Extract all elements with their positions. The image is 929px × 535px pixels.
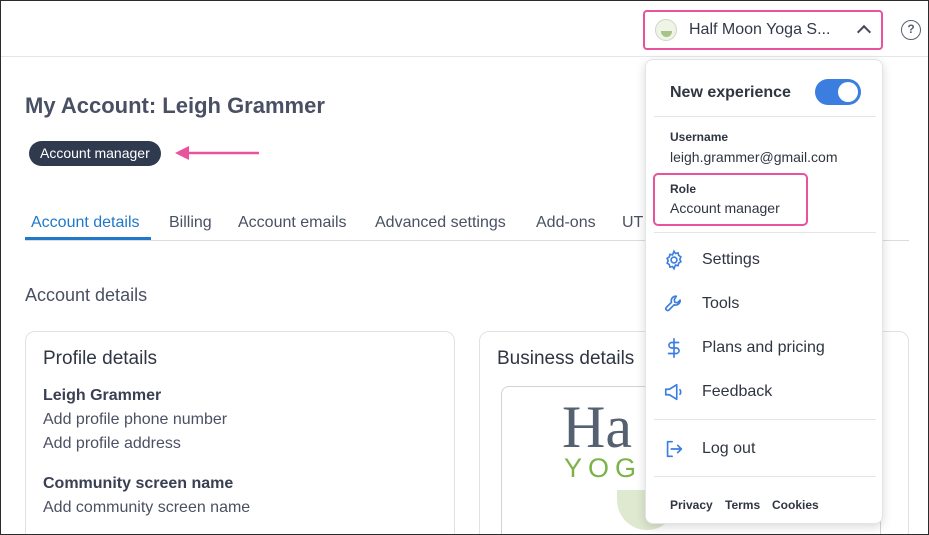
username-label: Username	[670, 130, 729, 144]
menu-item-feedback[interactable]: Feedback	[662, 375, 868, 409]
username-value: leigh.grammer@gmail.com	[670, 149, 838, 165]
tab-account-emails[interactable]: Account emails	[238, 214, 347, 232]
menu-item-settings[interactable]: Settings	[662, 243, 868, 277]
profile-details-card: Profile details Leigh Grammer Add profil…	[25, 331, 455, 534]
logout-label: Log out	[702, 440, 756, 457]
privacy-link[interactable]: Privacy	[670, 498, 713, 512]
account-switcher-button[interactable]: Half Moon Yoga S...	[643, 10, 883, 50]
app-window: Half Moon Yoga S... ? My Account: Leigh …	[0, 0, 929, 535]
account-logo-icon	[655, 19, 677, 41]
chevron-up-icon	[856, 24, 872, 40]
divider	[654, 116, 876, 117]
active-tab-indicator	[25, 237, 151, 240]
add-screen-name-link[interactable]: Add community screen name	[43, 499, 250, 517]
tab-ut[interactable]: UT	[622, 214, 643, 232]
divider	[654, 419, 876, 420]
logo-text-top: Ha	[562, 394, 632, 460]
annotation-arrow	[175, 146, 259, 160]
tab-advanced-settings[interactable]: Advanced settings	[375, 214, 506, 232]
add-phone-link[interactable]: Add profile phone number	[43, 411, 227, 429]
profile-card-title: Profile details	[43, 348, 158, 369]
role-value: Account manager	[670, 200, 780, 216]
help-icon[interactable]: ?	[901, 20, 921, 40]
account-dropdown-menu: New experience Username leigh.grammer@gm…	[645, 59, 883, 524]
cookies-link[interactable]: Cookies	[772, 498, 819, 512]
toggle-knob	[838, 82, 858, 102]
menu-label-settings: Settings	[702, 251, 760, 268]
menu-item-plans-pricing[interactable]: Plans and pricing	[662, 331, 868, 365]
tab-billing[interactable]: Billing	[169, 214, 212, 232]
role-label: Role	[670, 182, 697, 196]
menu-label-tools: Tools	[702, 295, 740, 312]
menu-label-plans: Plans and pricing	[702, 339, 825, 356]
logout-icon	[662, 437, 686, 461]
account-name: Half Moon Yoga S...	[689, 21, 831, 38]
new-experience-toggle[interactable]	[815, 79, 861, 105]
gear-icon	[662, 248, 686, 272]
divider	[654, 232, 876, 233]
dollar-icon	[662, 336, 686, 360]
community-screen-name-heading: Community screen name	[43, 475, 234, 492]
menu-item-tools[interactable]: Tools	[662, 287, 868, 321]
profile-name: Leigh Grammer	[43, 387, 162, 404]
menu-label-feedback: Feedback	[702, 383, 773, 400]
top-bar: Half Moon Yoga S... ?	[1, 1, 928, 57]
terms-link[interactable]: Terms	[725, 498, 760, 512]
section-heading: Account details	[25, 285, 148, 305]
megaphone-icon	[662, 380, 686, 404]
add-address-link[interactable]: Add profile address	[43, 435, 181, 453]
page-title: My Account: Leigh Grammer	[25, 93, 325, 118]
role-badge: Account manager	[29, 141, 161, 166]
logo-text-bottom: YOG	[564, 453, 643, 483]
tab-account-details[interactable]: Account details	[31, 214, 140, 232]
logout-button[interactable]: Log out	[662, 432, 868, 466]
new-experience-label: New experience	[670, 84, 791, 101]
wrench-icon	[662, 292, 686, 316]
business-card-title: Business details	[497, 348, 635, 369]
tab-add-ons[interactable]: Add-ons	[536, 214, 596, 232]
divider	[654, 476, 876, 477]
